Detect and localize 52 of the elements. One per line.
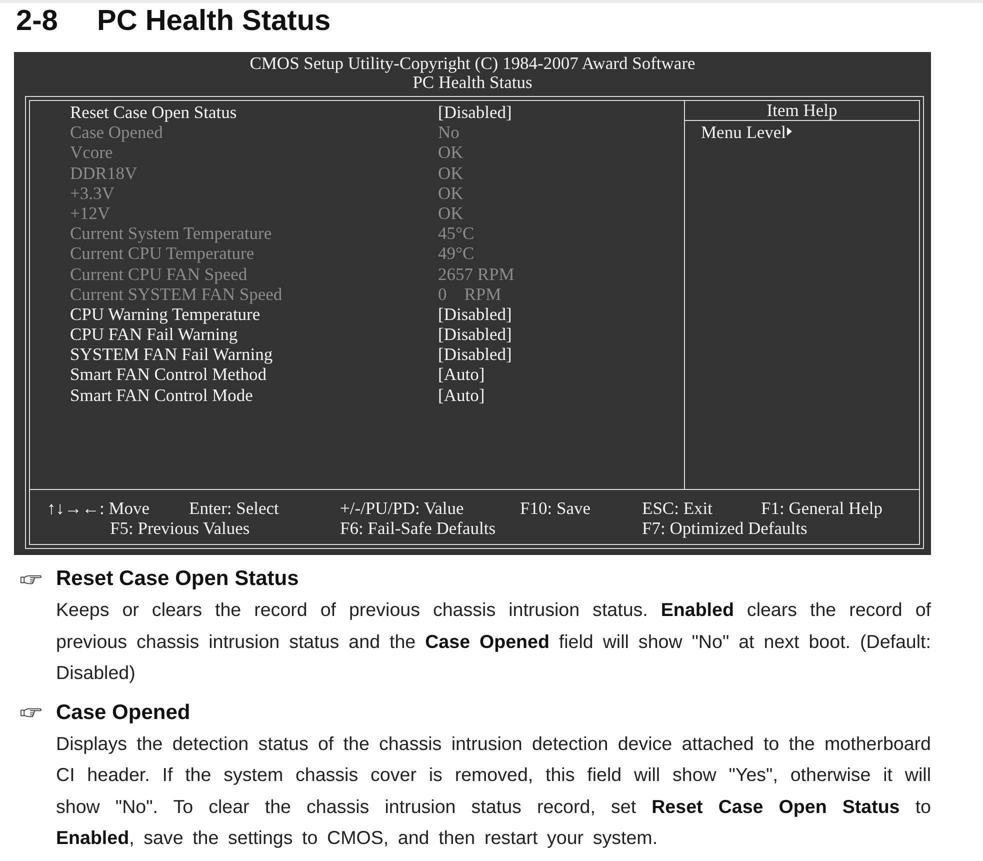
key-hint: ESC: Exit (642, 498, 712, 518)
key-hint: F7: Optimized Defaults (642, 518, 808, 538)
setting-label[interactable]: CPU FAN Fail Warning (70, 324, 238, 344)
key-hint: F5: Previous Values (110, 518, 250, 538)
setting-value[interactable]: [Disabled] (438, 102, 512, 122)
utility-title: CMOS Setup Utility-Copyright (C) 1984-2007 Award Software (248, 54, 696, 73)
setting-label: Current System Temperature (70, 223, 272, 244)
setting-value[interactable]: [Disabled] (438, 304, 512, 324)
pointing-hand-icon (20, 574, 42, 584)
item-heading: Reset Case Open Status (56, 566, 299, 592)
menu-level-label: Menu Level (701, 122, 786, 142)
page-title: PC Health Status (97, 4, 331, 38)
reading-value: OK (438, 202, 464, 224)
reading-value: 2657 RPM (438, 264, 514, 284)
key-hint: F6: Fail-Safe Defaults (340, 518, 496, 538)
reading-value: OK (438, 182, 464, 203)
setting-label: Current CPU FAN Speed (70, 264, 248, 284)
key-hint: Enter: Select (189, 498, 279, 518)
key-hint: +/-/PU/PD: Value (340, 498, 464, 518)
setting-value[interactable]: [Disabled] (438, 344, 512, 364)
section-number: 2-8 (16, 4, 59, 38)
setting-label: Current SYSTEM FAN Speed (70, 284, 282, 304)
item-description: Displays the detection status of the chassis intrusion detection device attached to the motherboard CI header. If the system chassis cover is removed, this field will show "Yes", otherwise it will show "No". To clear the chassis intrusion status record, set Reset Case Open Status to Enabled, save the settings to CMOS, and then restart your system. (56, 732, 931, 850)
screen-title: PC Health Status (412, 73, 534, 92)
help-title: Item Help (685, 101, 919, 121)
setting-label: +3.3V (70, 182, 114, 203)
setting-label[interactable]: Smart FAN Control Method (70, 364, 267, 385)
key-hint: F1: General Help (761, 498, 882, 518)
setting-label[interactable]: SYSTEM FAN Fail Warning (70, 344, 273, 364)
reading-value: 45°C (438, 223, 474, 244)
triangle-icon (787, 127, 792, 136)
setting-value[interactable]: [Auto] (438, 364, 485, 385)
pointing-hand-icon (20, 707, 42, 718)
item-description: Keeps or clears the record of previous chassis intrusion status. Enabled clears the record of previous chassis intrusion status and the Case Opened field will show "No" at next boot. (Default: Disabled) (56, 598, 931, 685)
reading-value: OK (438, 162, 464, 183)
key-hint: ↑↓→←: Move (47, 498, 150, 518)
setting-value[interactable]: [Auto] (438, 384, 485, 405)
setting-label[interactable]: Smart FAN Control Mode (70, 384, 253, 405)
key-hint: F10: Save (520, 498, 590, 518)
reading-value: No (438, 122, 460, 142)
item-heading: Case Opened (56, 700, 190, 726)
setting-label: Current CPU Temperature (70, 243, 254, 264)
reading-value: 49°C (438, 243, 474, 264)
setting-label: DDR18V (70, 162, 138, 183)
setting-value[interactable]: [Disabled] (438, 324, 512, 344)
setting-label[interactable]: CPU Warning Temperature (70, 304, 260, 324)
setting-label: Case Opened (70, 122, 163, 142)
setting-label: Vcore (70, 142, 113, 163)
setting-label: +12V (70, 202, 110, 224)
reading-value: OK (438, 142, 464, 163)
reading-value: 0 RPM (438, 284, 502, 304)
setting-label[interactable]: Reset Case Open Status (70, 102, 237, 122)
